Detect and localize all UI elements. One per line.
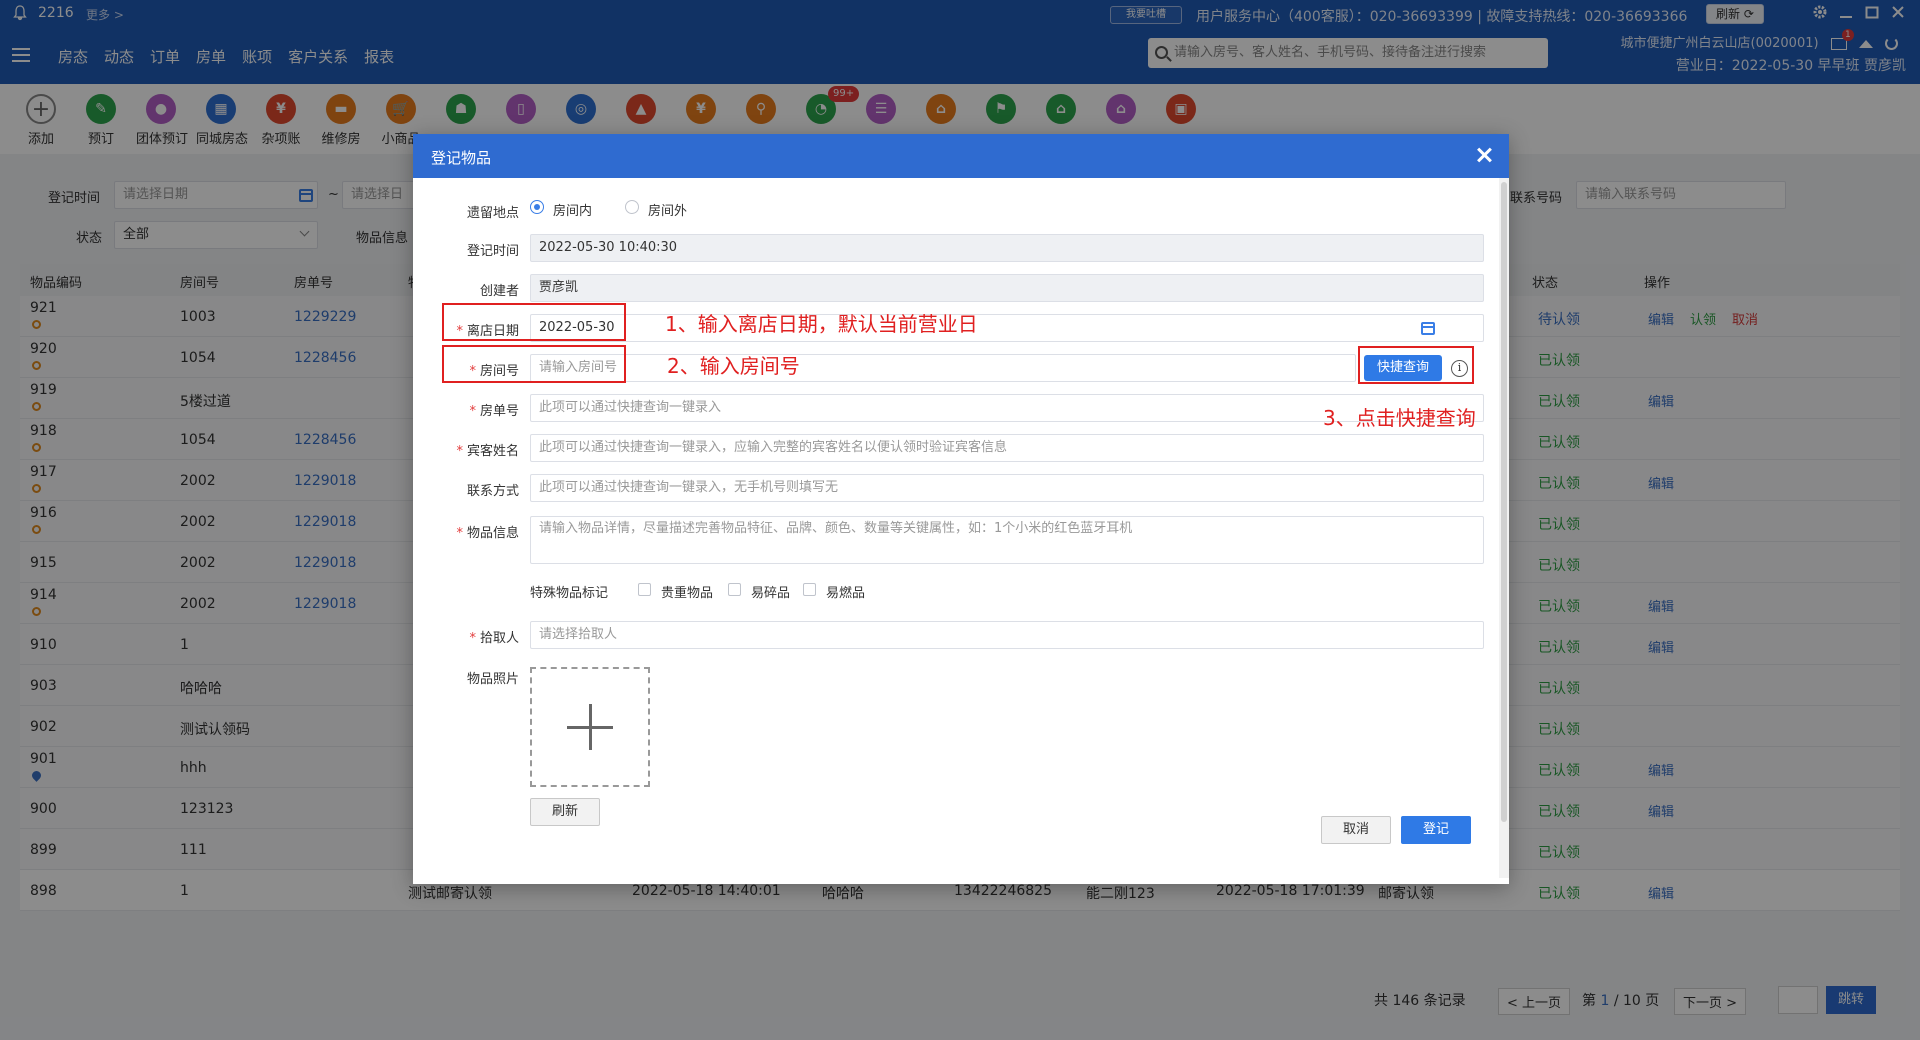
contact-field-label: 联系方式 — [466, 484, 519, 499]
guest-label-text: 宾客姓名 — [466, 444, 519, 459]
radio-in-room-label[interactable]: 房间内 — [553, 200, 592, 219]
calendar-icon[interactable] — [1421, 322, 1435, 335]
contact-field-ph: 此项可以通过快捷查询一键录入，无手机号则填写无 — [539, 480, 839, 495]
required-mark: * — [469, 404, 476, 419]
cancel-button[interactable]: 取消 — [1321, 816, 1391, 844]
order-ph: 此项可以通过快捷查询一键录入 — [539, 400, 722, 415]
checkbox-valuable-label[interactable]: 贵重物品 — [661, 582, 713, 601]
item-info-textarea[interactable]: 请输入物品详情，尽量描述完善物品特征、品牌、颜色、数量等关键属性，如：1个小米的… — [530, 516, 1484, 564]
checkbox-fragile[interactable] — [728, 583, 741, 596]
location-label: 遗留地点 — [466, 206, 519, 221]
picker-label-text: 拾取人 — [479, 631, 519, 646]
photo-label: 物品照片 — [466, 672, 519, 687]
guest-label: * 宾客姓名 — [413, 440, 519, 459]
required-mark: * — [456, 526, 463, 541]
required-mark: * — [456, 444, 463, 459]
room-number-input[interactable]: 请输入房间号 — [530, 354, 1356, 382]
checkbox-valuable[interactable] — [638, 583, 651, 596]
required-mark: * — [469, 631, 476, 646]
annotation-step-2: 2、输入房间号 — [667, 354, 800, 378]
checkbox-flammable-label[interactable]: 易燃品 — [826, 582, 865, 601]
dialog-title: 登记物品 — [431, 149, 492, 167]
radio-in-room[interactable] — [530, 200, 544, 214]
register-item-dialog: 登记物品 遗留地点 房间内 房间外 登记时间 2022-05-30 10:40:… — [413, 134, 1509, 884]
checkbox-fragile-label[interactable]: 易碎品 — [751, 582, 790, 601]
picker-select[interactable]: 请选择拾取人 — [530, 621, 1484, 649]
dialog-scrollbar[interactable] — [1499, 178, 1509, 878]
photo-refresh-button[interactable]: 刷新 — [530, 798, 600, 826]
creator-field: 贾彦凯 — [530, 274, 1484, 302]
annotation-step-3: 3、点击快捷查询 — [1323, 406, 1476, 430]
guest-name-ph: 此项可以通过快捷查询一键录入，应输入完整的宾客姓名以便认领时验证宾客信息 — [539, 440, 1008, 455]
reg-time-field-label: 登记时间 — [466, 244, 519, 259]
creator-label: 创建者 — [479, 284, 519, 299]
radio-out-room-label[interactable]: 房间外 — [648, 200, 687, 219]
annotation-step-1: 1、输入离店日期，默认当前营业日 — [665, 312, 978, 336]
reg-time-field: 2022-05-30 10:40:30 — [530, 234, 1484, 262]
checkbox-flammable[interactable] — [803, 583, 816, 596]
annotation-box-leave-date — [442, 303, 626, 341]
picker-label: * 拾取人 — [413, 627, 519, 646]
order-label: * 房单号 — [413, 400, 519, 419]
contact-field-input[interactable]: 此项可以通过快捷查询一键录入，无手机号则填写无 — [530, 474, 1484, 502]
item-info-label-text: 物品信息 — [466, 526, 519, 541]
order-label-text: 房单号 — [479, 404, 519, 419]
register-button[interactable]: 登记 — [1401, 816, 1471, 844]
dialog-body: 遗留地点 房间内 房间外 登记时间 2022-05-30 10:40:30 创建… — [413, 178, 1509, 884]
item-info-ph: 请输入物品详情，尽量描述完善物品特征、品牌、颜色、数量等关键属性，如：1个小米的… — [539, 521, 1133, 536]
annotation-box-quick-search — [1358, 346, 1474, 384]
close-icon[interactable] — [1473, 144, 1495, 166]
picker-ph: 请选择拾取人 — [539, 627, 618, 642]
annotation-box-room — [442, 345, 626, 383]
item-info-field-label: * 物品信息 — [413, 522, 519, 541]
photo-upload-plus-icon[interactable] — [530, 667, 650, 787]
guest-name-input[interactable]: 此项可以通过快捷查询一键录入，应输入完整的宾客姓名以便认领时验证宾客信息 — [530, 434, 1484, 462]
special-label: 特殊物品标记 — [530, 586, 609, 601]
dialog-header: 登记物品 — [413, 134, 1509, 178]
radio-out-room[interactable] — [625, 200, 639, 214]
